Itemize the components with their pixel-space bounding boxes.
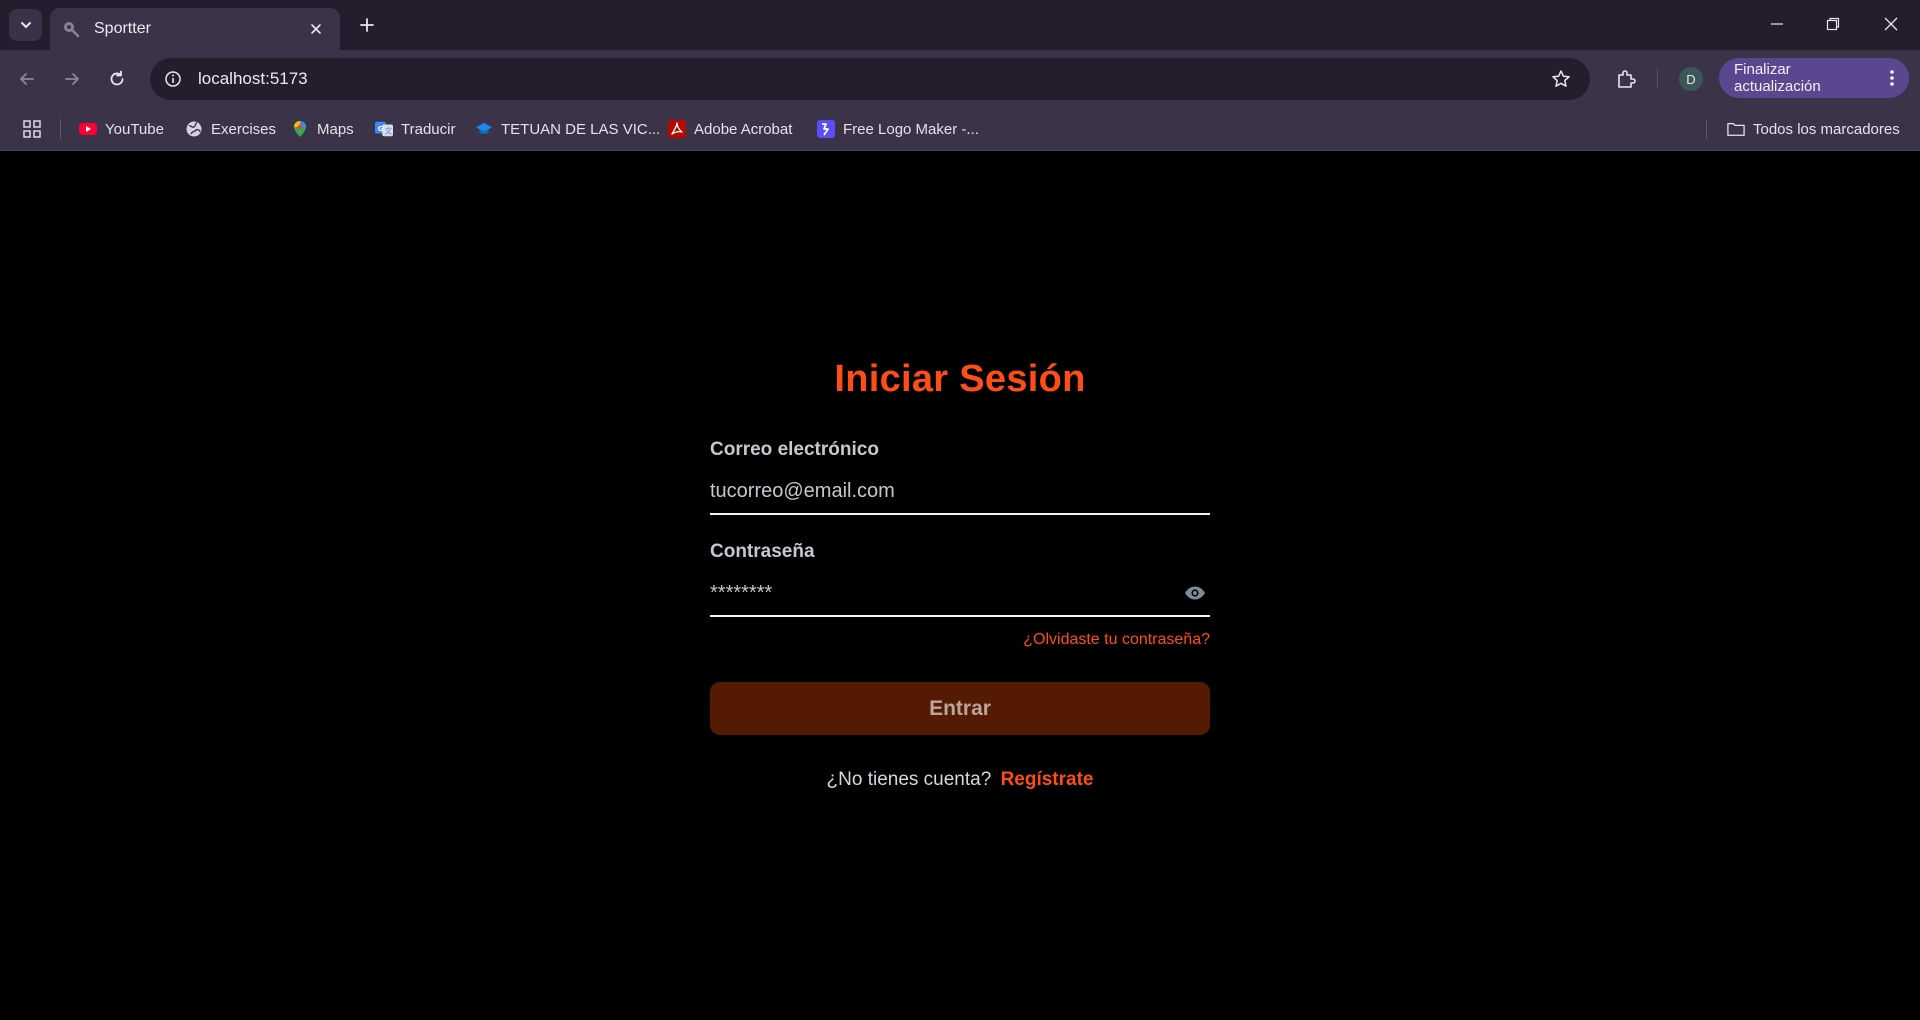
bookmark-free-logo-maker[interactable]: Free Logo Maker -...: [817, 115, 979, 143]
bookmark-traducir[interactable]: G文 Traducir: [375, 115, 455, 143]
close-icon: [1884, 17, 1898, 31]
bookmark-exercises[interactable]: Exercises: [185, 115, 276, 143]
url-text[interactable]: localhost:5173: [198, 69, 1546, 89]
extensions-button[interactable]: [1609, 62, 1643, 96]
toolbar-divider: [1657, 69, 1658, 89]
graduation-cap-icon: [475, 120, 493, 138]
close-tab-icon[interactable]: [304, 17, 328, 41]
plus-icon: [360, 18, 374, 32]
reload-button[interactable]: [100, 62, 134, 96]
new-tab-button[interactable]: [352, 10, 382, 40]
show-password-eye-icon[interactable]: [1182, 580, 1208, 606]
email-label-text: Correo electrónico: [710, 439, 879, 460]
finish-update-button[interactable]: Finalizar actualización: [1719, 58, 1909, 98]
bookmark-label: Free Logo Maker -...: [843, 120, 979, 138]
bookmark-label: Traducir: [401, 120, 456, 138]
forgot-password-link[interactable]: ¿Olvidaste tu contraseña?: [710, 631, 1210, 649]
bookmark-label: TETUAN DE LAS VIC...: [501, 120, 661, 138]
bookmark-label: Adobe Acrobat: [694, 120, 793, 138]
email-field[interactable]: tucorreo@email.com: [710, 469, 1210, 515]
svg-text:文: 文: [385, 127, 392, 136]
maps-pin-icon: [291, 120, 309, 138]
bookmark-label: YouTube: [105, 120, 164, 138]
arrow-right-icon: [65, 73, 79, 85]
all-bookmarks-button[interactable]: Todos los marcadores: [1727, 115, 1900, 143]
tab-strip: Sportter: [0, 0, 1920, 50]
site-info-icon[interactable]: [160, 66, 186, 92]
globe-icon: [185, 120, 203, 138]
address-bar[interactable]: localhost:5173: [150, 58, 1590, 100]
bookmarks-bar: YouTube Exercises Maps G文 Traducir TETUA…: [0, 107, 1920, 151]
browser-tab-sportter[interactable]: Sportter: [50, 8, 340, 50]
email-label: Correo electrónico: [710, 439, 1210, 461]
restore-icon: [1826, 17, 1840, 31]
apps-grid-icon[interactable]: [20, 117, 44, 141]
restore-button[interactable]: [1808, 6, 1858, 42]
folder-icon: [1727, 120, 1745, 138]
tab-title: Sportter: [94, 20, 151, 37]
back-button[interactable]: [10, 62, 44, 96]
forward-button[interactable]: [55, 62, 89, 96]
email-input-value[interactable]: tucorreo@email.com: [710, 480, 1210, 503]
svg-text:G: G: [378, 124, 384, 133]
minimize-button[interactable]: [1752, 6, 1802, 42]
bookmark-label: Maps: [317, 120, 354, 138]
bookmarks-divider: [60, 119, 61, 139]
youtube-icon: [79, 120, 97, 138]
browser-toolbar: localhost:5173 D Finalizar actualización: [0, 50, 1920, 107]
password-input-value[interactable]: ********: [710, 582, 1182, 605]
arrow-left-icon: [20, 73, 34, 85]
bookmarks-divider: [1706, 119, 1707, 139]
translate-icon: G文: [375, 120, 393, 138]
reload-icon: [110, 70, 124, 86]
signup-link[interactable]: Regístrate: [1001, 769, 1094, 790]
login-form: Iniciar Sesión Correo electrónico tucorr…: [710, 358, 1210, 791]
login-title: Iniciar Sesión: [834, 358, 1086, 400]
puzzle-icon: [1618, 70, 1636, 88]
update-label: Finalizar actualización: [1734, 61, 1821, 95]
bookmark-maps[interactable]: Maps: [291, 115, 354, 143]
bookmark-star-icon[interactable]: [1546, 64, 1576, 94]
chevron-down-icon: [20, 22, 31, 29]
sportter-favicon-icon: [62, 20, 80, 38]
all-bookmarks-label: Todos los marcadores: [1753, 120, 1900, 138]
password-label-text: Contraseña: [710, 541, 815, 562]
bookmark-youtube[interactable]: YouTube: [79, 115, 164, 143]
submit-button[interactable]: Entrar: [710, 682, 1210, 735]
bookmark-label: Exercises: [211, 120, 277, 138]
tab-search-button[interactable]: [9, 9, 42, 41]
password-label: Contraseña: [710, 541, 1210, 563]
bookmark-tetuan[interactable]: TETUAN DE LAS VIC...: [475, 115, 660, 143]
kebab-menu-icon[interactable]: [1881, 67, 1903, 89]
password-field[interactable]: ********: [710, 571, 1210, 617]
close-window-button[interactable]: [1866, 6, 1916, 42]
page-viewport: Iniciar Sesión Correo electrónico tucorr…: [0, 151, 1920, 1020]
acrobat-icon: [668, 120, 686, 138]
signup-prompt: ¿No tienes cuenta?: [826, 769, 992, 790]
minimize-icon: [1771, 23, 1783, 25]
profile-avatar[interactable]: D: [1679, 67, 1703, 91]
logo-maker-icon: [817, 120, 835, 138]
signup-row: ¿No tienes cuenta? Regístrate: [710, 769, 1210, 791]
bookmark-adobe-acrobat[interactable]: Adobe Acrobat: [668, 115, 792, 143]
